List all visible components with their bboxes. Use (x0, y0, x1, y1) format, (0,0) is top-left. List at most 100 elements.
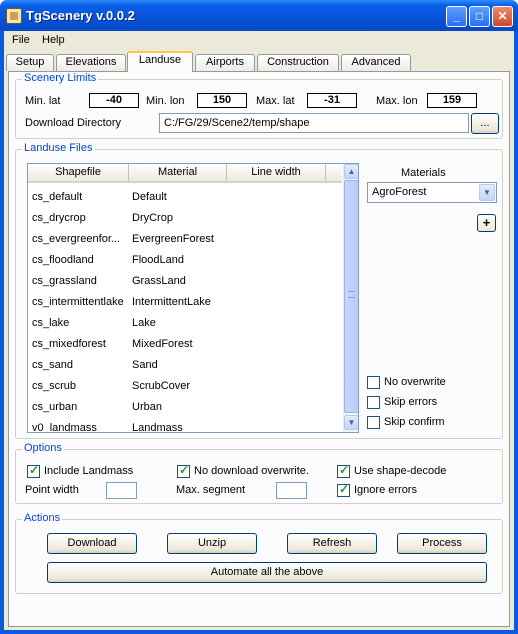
material-cell: IntermittentLake (132, 296, 211, 308)
no-overwrite-label: No overwrite (384, 376, 446, 388)
tab-landuse[interactable]: Landuse (127, 51, 193, 72)
skip-errors-checkbox[interactable] (367, 396, 380, 409)
table-row[interactable]: cs_sand Sand (28, 355, 342, 376)
table-row[interactable]: cs_lake Lake (28, 313, 342, 334)
column-material[interactable]: Material (129, 164, 227, 181)
minimize-button[interactable]: _ (446, 6, 467, 27)
list-scrollbar[interactable]: ▲ ▼ (343, 164, 358, 432)
max-lat-field[interactable]: -31 (307, 93, 357, 108)
menu-help[interactable]: Help (42, 34, 65, 46)
table-row[interactable]: cs_evergreenfor... EvergreenForest (28, 229, 342, 250)
scroll-thumb[interactable] (344, 180, 358, 413)
shapefile-cell: cs_mixedforest (32, 338, 106, 350)
materials-selected-value: AgroForest (372, 186, 427, 198)
shapefile-cell: cs_drycrop (32, 212, 86, 224)
material-cell: Sand (132, 359, 158, 371)
skip-confirm-label: Skip confirm (384, 416, 445, 428)
shapefile-cell: cs_default (32, 191, 83, 203)
close-button[interactable]: ✕ (492, 6, 513, 27)
max-lon-label: Max. lon (376, 95, 418, 107)
material-cell: EvergreenForest (132, 233, 214, 245)
materials-select[interactable]: AgroForest ▼ (367, 182, 497, 203)
point-width-field[interactable] (106, 482, 137, 499)
add-material-button[interactable]: + (477, 214, 496, 232)
download-directory-label: Download Directory (25, 117, 121, 129)
download-directory-field[interactable]: C:/FG/29/Scene2/temp/shape (159, 113, 469, 133)
min-lat-field[interactable]: -40 (89, 93, 139, 108)
no-overwrite-checkbox[interactable] (367, 376, 380, 389)
shapefile-cell: cs_scrub (32, 380, 77, 392)
shapefile-cell: cs_evergreenfor... (32, 233, 121, 245)
tab-airports[interactable]: Airports (195, 54, 255, 71)
table-row[interactable]: cs_grassland GrassLand (28, 271, 342, 292)
material-cell: Lake (132, 317, 156, 329)
refresh-button[interactable]: Refresh (287, 533, 377, 554)
max-lon-field[interactable]: 159 (427, 93, 477, 108)
menu-bar: File Help (4, 31, 514, 50)
app-icon (6, 8, 22, 24)
process-button[interactable]: Process (397, 533, 487, 554)
table-row[interactable]: cs_urban Urban (28, 397, 342, 418)
include-landmass-checkbox[interactable] (27, 463, 40, 478)
min-lat-label: Min. lat (25, 95, 61, 107)
use-shape-decode-label: Use shape-decode (354, 465, 447, 477)
no-download-overwrite-checkbox[interactable] (177, 463, 190, 478)
material-cell: Urban (132, 401, 162, 413)
landuse-panel: Scenery Limits Min. lat -40 Min. lon 150… (8, 71, 510, 627)
scroll-down-icon[interactable]: ▼ (344, 415, 358, 430)
download-button[interactable]: Download (47, 533, 137, 554)
shapefile-cell: cs_sand (32, 359, 73, 371)
table-row[interactable]: cs_floodland FloodLand (28, 250, 342, 271)
materials-label: Materials (401, 167, 446, 179)
use-shape-decode-checkbox[interactable] (337, 463, 350, 478)
max-segment-field[interactable] (276, 482, 307, 499)
actions-title: Actions (22, 512, 63, 524)
material-cell: FloodLand (132, 254, 184, 266)
table-row[interactable]: cs_intermittentlake IntermittentLake (28, 292, 342, 313)
table-row[interactable]: v0_landmass Landmass (28, 418, 342, 433)
ignore-errors-label: Ignore errors (354, 484, 417, 496)
no-download-overwrite-label: No download overwrite. (194, 465, 309, 477)
column-shapefile[interactable]: Shapefile (28, 164, 129, 181)
shapefile-cell: cs_lake (32, 317, 70, 329)
material-cell: GrassLand (132, 275, 186, 287)
title-bar[interactable]: TgScenery v.0.0.2 _ □ ✕ (0, 0, 518, 31)
landuse-files-title: Landuse Files (22, 142, 95, 154)
chevron-down-icon[interactable]: ▼ (479, 184, 495, 201)
ignore-errors-checkbox[interactable] (337, 482, 350, 497)
max-segment-label: Max. segment (176, 484, 246, 496)
automate-all-button[interactable]: Automate all the above (47, 562, 487, 583)
browse-button[interactable]: ... (471, 113, 499, 134)
client-area: File Help Setup Elevations Landuse Airpo… (4, 31, 514, 630)
landuse-file-list[interactable]: Shapefile Material Line width cs_default… (27, 163, 359, 433)
skip-errors-label: Skip errors (384, 396, 438, 408)
tab-strip: Setup Elevations Landuse Airports Constr… (4, 51, 514, 72)
table-row[interactable]: cs_default Default (28, 187, 342, 208)
options-title: Options (22, 442, 64, 454)
min-lon-field[interactable]: 150 (197, 93, 247, 108)
shapefile-cell: cs_intermittentlake (32, 296, 124, 308)
point-width-label: Point width (25, 484, 79, 496)
tab-advanced[interactable]: Advanced (341, 54, 411, 71)
unzip-button[interactable]: Unzip (167, 533, 257, 554)
shapefile-cell: cs_urban (32, 401, 78, 413)
min-lon-label: Min. lon (146, 95, 185, 107)
scroll-up-icon[interactable]: ▲ (344, 164, 358, 179)
include-landmass-label: Include Landmass (44, 465, 134, 477)
tab-setup[interactable]: Setup (6, 54, 54, 71)
table-row[interactable]: cs_drycrop DryCrop (28, 208, 342, 229)
column-line-width[interactable]: Line width (227, 164, 326, 181)
shapefile-cell: v0_landmass (32, 422, 97, 433)
table-row[interactable]: cs_mixedforest MixedForest (28, 334, 342, 355)
scenery-limits-title: Scenery Limits (22, 72, 99, 84)
material-cell: DryCrop (132, 212, 173, 224)
table-row[interactable]: cs_scrub ScrubCover (28, 376, 342, 397)
shapefile-cell: cs_grassland (32, 275, 97, 287)
tab-elevations[interactable]: Elevations (56, 54, 126, 71)
maximize-button[interactable]: □ (469, 6, 490, 27)
tab-construction[interactable]: Construction (257, 54, 339, 71)
menu-file[interactable]: File (12, 34, 30, 46)
max-lat-label: Max. lat (256, 95, 295, 107)
skip-confirm-checkbox[interactable] (367, 416, 380, 429)
shapefile-cell: cs_floodland (32, 254, 94, 266)
